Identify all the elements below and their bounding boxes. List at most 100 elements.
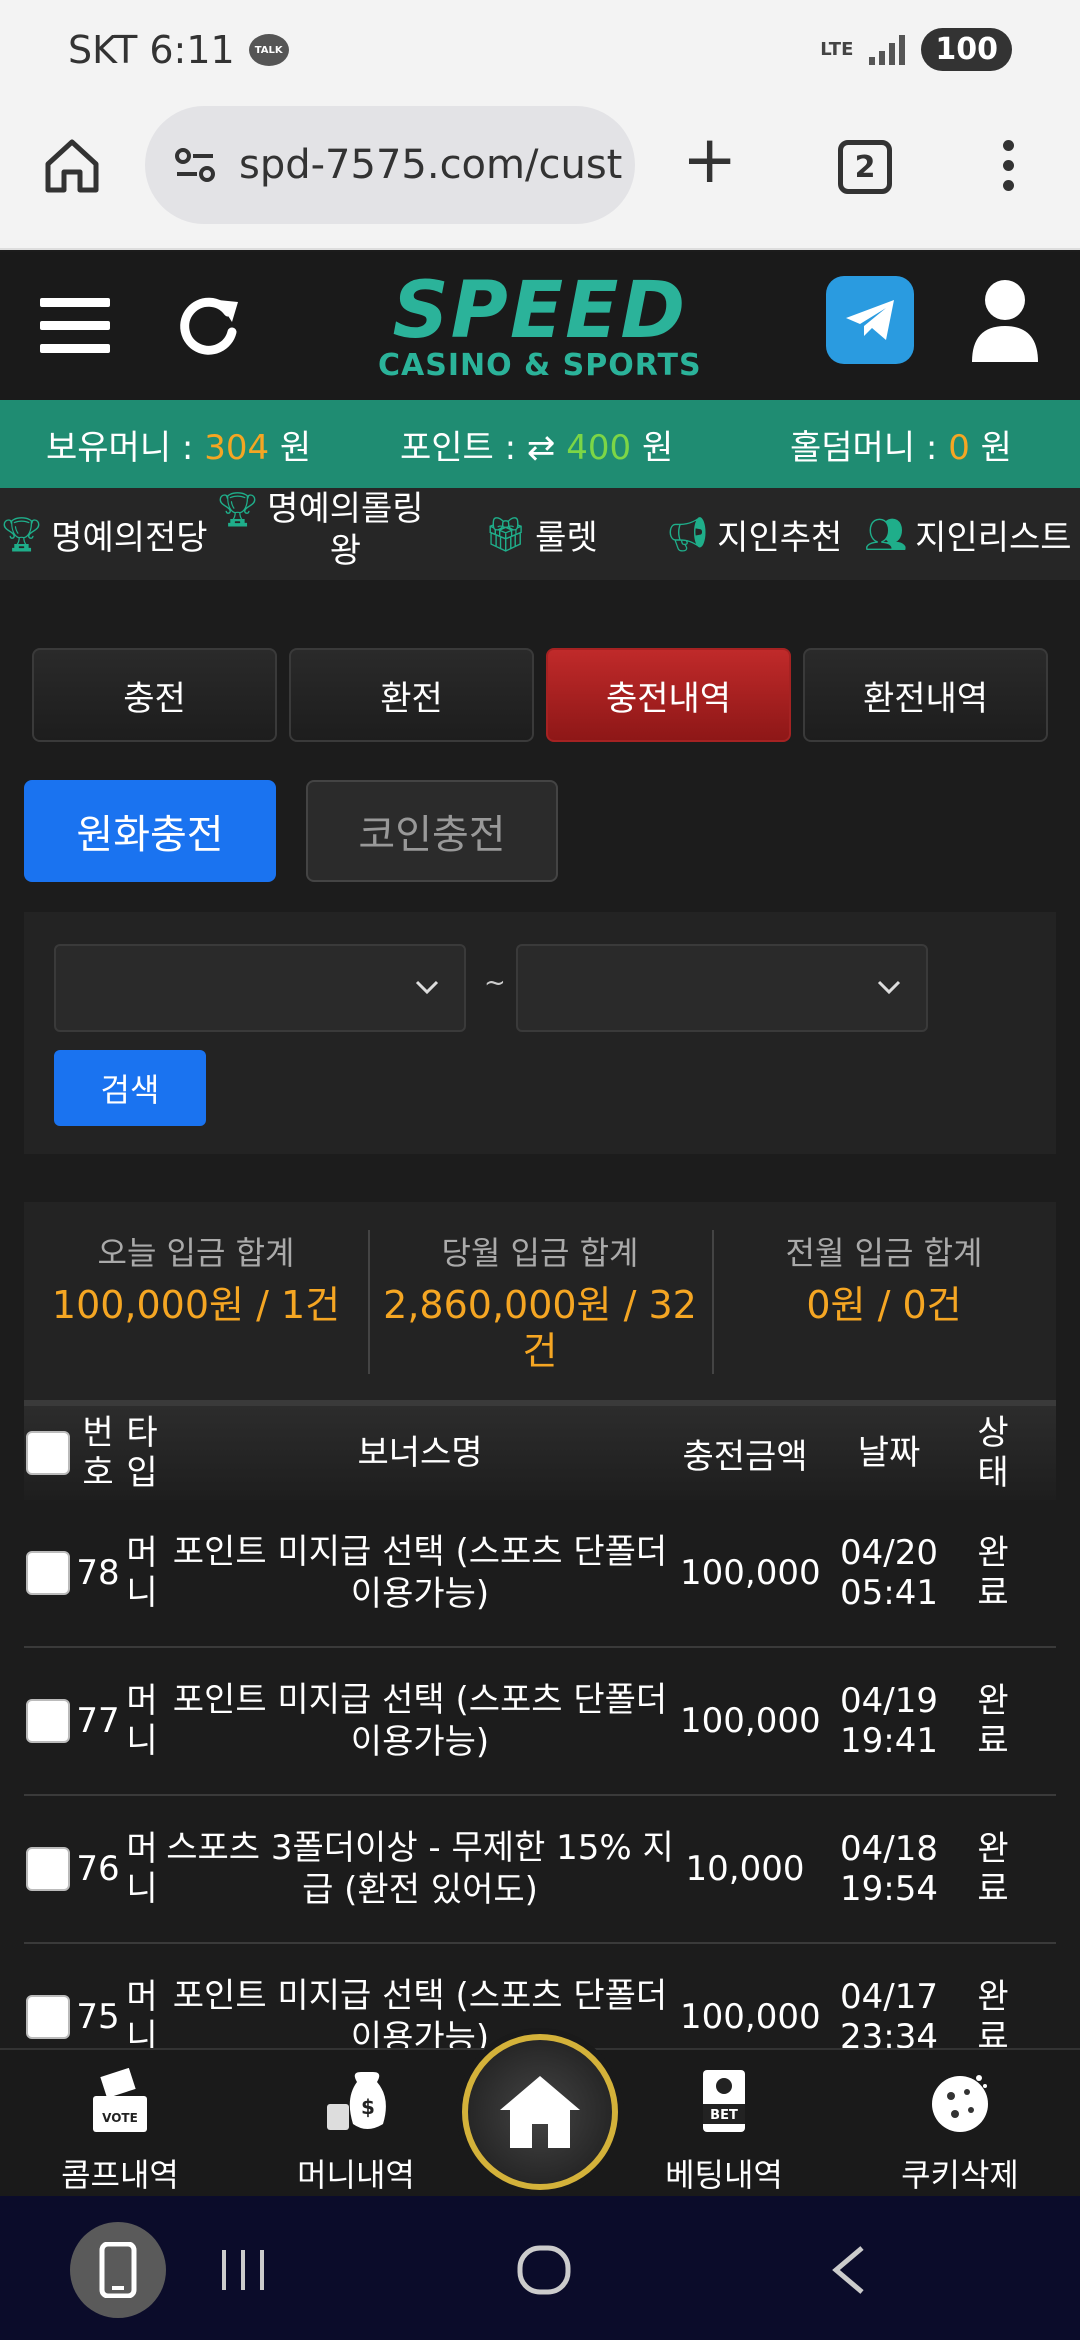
row-amount: 100,000 [680, 1553, 821, 1593]
deposit-totals: 오늘 입금 합계 100,000원 / 1건 당월 입금 합계 2,860,00… [24, 1202, 1056, 1402]
nav-money-history[interactable]: $ 머니내역 [288, 2068, 424, 2196]
start-date-select[interactable] [54, 944, 466, 1032]
nav-betting-history[interactable]: BET 베팅내역 [656, 2068, 792, 2196]
row-date: 04/20 05:41 [840, 1533, 938, 1613]
status-right: LTE 100 [820, 28, 1012, 71]
hamburger-menu-icon[interactable] [40, 298, 110, 353]
row-type: 머니 [126, 1829, 158, 1909]
trophy-icon: 🏆︎ [216, 490, 260, 530]
telegram-icon[interactable] [826, 276, 914, 364]
row-checkbox[interactable] [26, 1699, 70, 1743]
user-profile-icon[interactable] [970, 278, 1040, 362]
row-status: 완료 [977, 1533, 1009, 1613]
select-all-checkbox[interactable] [26, 1431, 70, 1475]
site-settings-icon[interactable] [175, 148, 215, 182]
nav-referral[interactable]: 📢︎ 지인추천 [666, 510, 842, 559]
back-icon[interactable] [828, 2244, 868, 2296]
point-balance: 포인트 : ⇄ 400 원 [400, 420, 673, 469]
browser-toolbar: spd-7575.com/cust + 2 [0, 100, 1080, 250]
nav-label: 명예의롤링 왕 [267, 489, 424, 571]
url-text[interactable]: spd-7575.com/cust [239, 142, 622, 188]
row-date: 04/18 19:54 [840, 1829, 938, 1909]
home-button[interactable] [462, 2034, 618, 2190]
row-amount: 100,000 [680, 1997, 821, 2037]
header-status: 상태 [977, 1413, 1009, 1493]
megaphone-icon: 📢︎ [666, 514, 710, 555]
nav-delete-cookies[interactable]: 쿠키삭제 [892, 2068, 1028, 2196]
total-label: 당월 입금 합계 [441, 1234, 639, 1272]
month-total: 당월 입금 합계 2,860,000원 / 32건 [368, 1202, 712, 1402]
home-nav-icon[interactable] [516, 2242, 572, 2298]
android-navigation-bar [0, 2196, 1080, 2340]
row-status: 완료 [977, 1681, 1009, 1761]
status-left: SKT 6:11 TALK [68, 28, 289, 72]
main-tabs: 충전 환전 충전내역 환전내역 [32, 648, 1048, 742]
row-no: 78 [76, 1553, 120, 1593]
row-checkbox[interactable] [26, 1995, 70, 2039]
total-value: 0원 / 0건 [806, 1283, 962, 1327]
tab-coin-deposit[interactable]: 코인충전 [306, 780, 558, 882]
end-date-select[interactable] [516, 944, 928, 1032]
feature-nav: 🏆︎ 명예의전당 🏆︎ 명예의롤링 왕 🎁︎ 룰렛 📢︎ 지인추천 👥︎ 지인리스… [0, 488, 1080, 580]
point-value: 400 [566, 427, 632, 468]
chevron-down-icon [877, 980, 901, 995]
logo-sub-text: CASINO & SPORTS [378, 348, 702, 383]
row-date: 04/17 23:34 [840, 1977, 938, 2057]
home-icon [500, 2076, 580, 2148]
row-date: 04/19 19:41 [840, 1681, 938, 1761]
row-no: 76 [76, 1849, 120, 1889]
total-label: 오늘 입금 합계 [97, 1234, 295, 1272]
row-amount: 100,000 [680, 1701, 821, 1741]
tab-deposit-history[interactable]: 충전내역 [546, 648, 791, 742]
new-tab-icon[interactable]: + [682, 127, 737, 193]
row-checkbox[interactable] [26, 1847, 70, 1891]
header-amount: 충전금액 [682, 1436, 808, 1477]
nav-label: 베팅내역 [665, 2156, 783, 2194]
row-bonus-name: 포인트 미지급 선택 (스포츠 단폴더 이용가능) [172, 1680, 668, 1762]
nav-label: 지인추천 [717, 518, 843, 558]
row-type: 머니 [126, 1681, 158, 1761]
row-checkbox[interactable] [26, 1551, 70, 1595]
recent-apps-icon[interactable] [218, 2246, 268, 2294]
table-row: 77 머니 포인트 미지급 선택 (스포츠 단폴더 이용가능) 100,000 … [24, 1648, 1056, 1796]
tab-withdraw-history[interactable]: 환전내역 [803, 648, 1048, 742]
nav-comp-history[interactable]: VOTE 콤프내역 [52, 2067, 188, 2196]
tab-deposit[interactable]: 충전 [32, 648, 277, 742]
nav-referral-list[interactable]: 👥︎ 지인리스트 [864, 510, 1072, 559]
bottom-nav: VOTE 콤프내역 $ 머니내역 BET 베팅내역 쿠키삭제 [0, 2034, 1080, 2196]
tab-withdraw[interactable]: 환전 [289, 648, 534, 742]
nav-roulette[interactable]: 🎁︎ 룰렛 [484, 510, 598, 559]
battery-icon: 100 [921, 28, 1012, 71]
total-value: 2,860,000원 / 32건 [383, 1283, 697, 1373]
header-date: 날짜 [857, 1433, 921, 1473]
nav-hall-of-fame[interactable]: 🏆︎ 명예의전당 [0, 510, 208, 559]
chevron-down-icon [415, 980, 439, 995]
nav-label: 콤프내역 [61, 2156, 179, 2194]
row-no: 75 [76, 1997, 120, 2037]
cookie-icon [932, 2075, 988, 2132]
site-header: SPEED CASINO & SPORTS [0, 252, 1080, 400]
tab-krw-deposit[interactable]: 원화충전 [24, 780, 276, 882]
holdem-label: 홀덤머니 : [790, 427, 938, 468]
row-no: 77 [76, 1701, 120, 1741]
svg-text:$: $ [361, 2095, 375, 2119]
svg-text:BET: BET [710, 2108, 738, 2123]
exchange-icon[interactable]: ⇄ [527, 428, 556, 468]
money-bag-icon: $ [327, 2072, 386, 2130]
browser-home-icon[interactable] [42, 136, 102, 196]
gift-icon: 🎁︎ [484, 514, 528, 555]
talk-notification-icon: TALK [248, 34, 289, 66]
phone-floating-icon[interactable] [70, 2222, 166, 2318]
holdem-balance: 홀덤머니 : 0 원 [790, 420, 1012, 469]
site-logo[interactable]: SPEED CASINO & SPORTS [378, 272, 702, 383]
refresh-icon[interactable] [176, 292, 242, 358]
address-bar[interactable]: spd-7575.com/cust [145, 106, 635, 224]
more-menu-icon[interactable] [998, 140, 1018, 191]
nav-rolling-king[interactable]: 🏆︎ 명예의롤링 왕 [216, 488, 424, 572]
tab-switcher-button[interactable]: 2 [838, 140, 892, 194]
today-total: 오늘 입금 합계 100,000원 / 1건 [24, 1202, 368, 1402]
point-label: 포인트 : [400, 427, 517, 468]
svg-text:VOTE: VOTE [102, 2111, 138, 2125]
row-status: 완료 [977, 1977, 1009, 2057]
search-button[interactable]: 검색 [54, 1050, 206, 1126]
